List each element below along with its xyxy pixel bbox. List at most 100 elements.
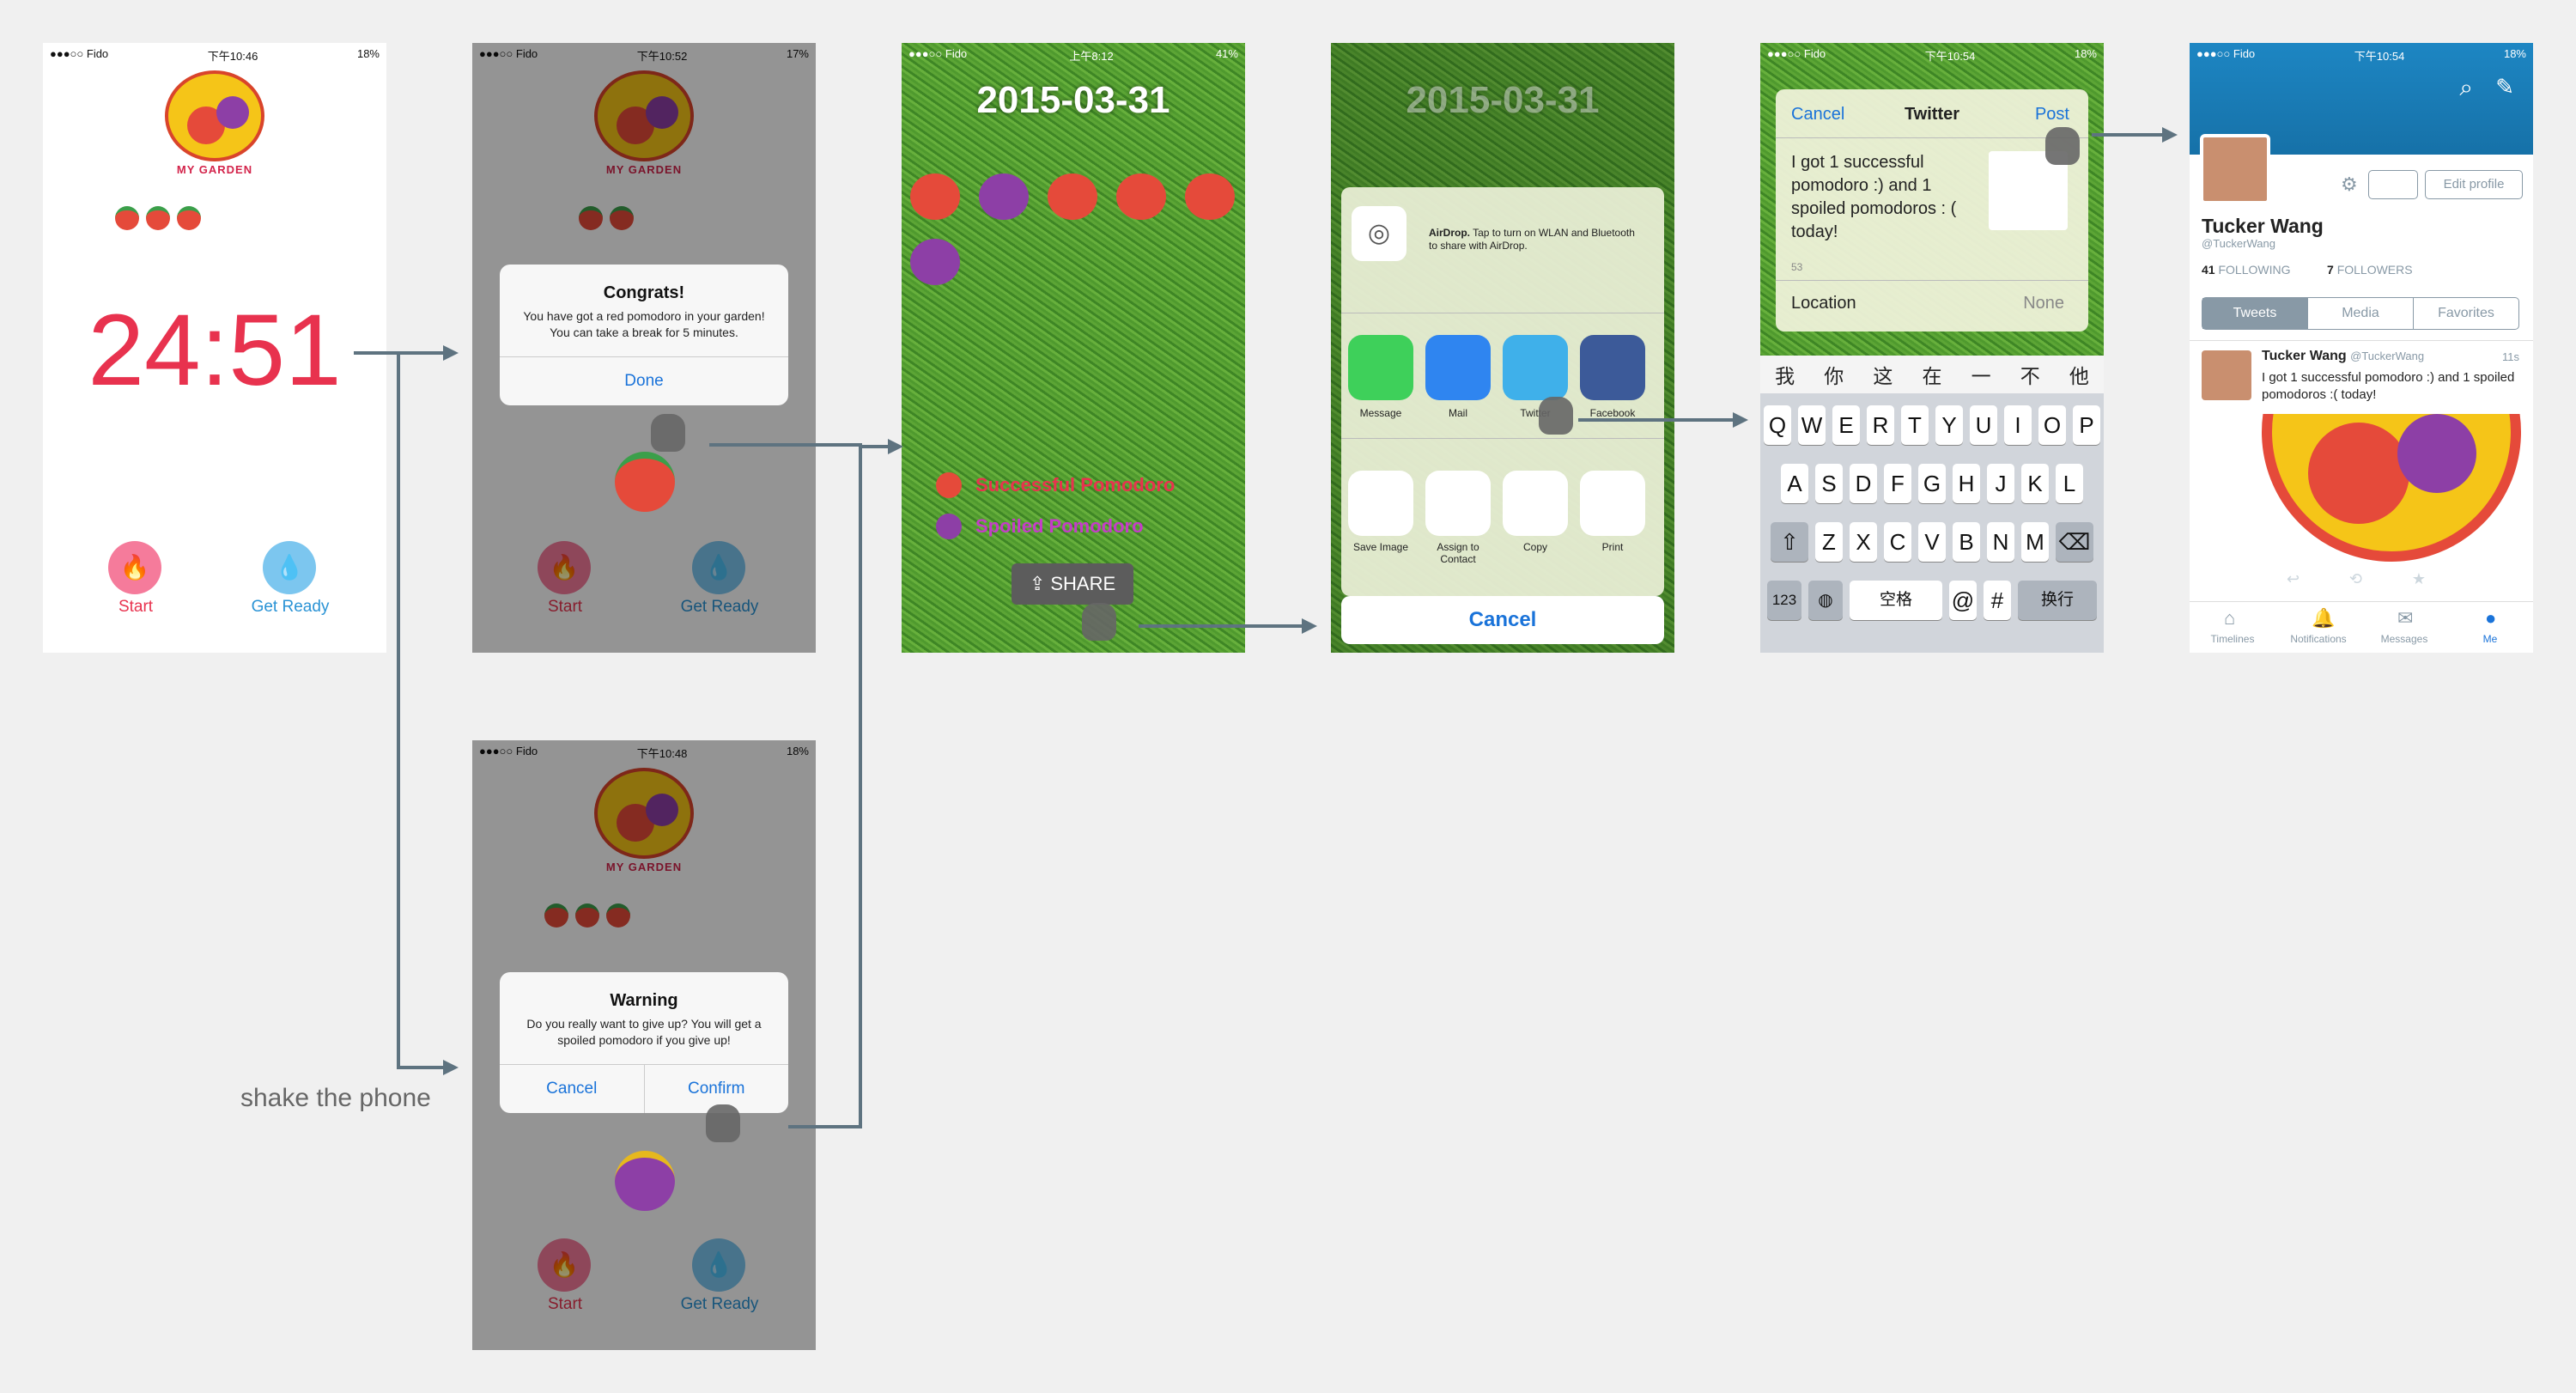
cancel-button[interactable]: Cancel bbox=[500, 1065, 644, 1113]
hash-key[interactable]: # bbox=[1984, 581, 2011, 620]
people-button[interactable] bbox=[2368, 170, 2418, 199]
key[interactable]: I bbox=[2004, 405, 2032, 445]
settings-icon[interactable]: ⚙ bbox=[2341, 173, 2358, 196]
copy-icon[interactable] bbox=[1503, 471, 1568, 536]
nav-label: Timelines bbox=[2210, 633, 2255, 645]
globe-key[interactable]: ◍ bbox=[1808, 581, 1843, 620]
tweet-text[interactable]: I got 1 successful pomodoro :) and 1 spo… bbox=[1791, 151, 1975, 244]
contact-icon[interactable] bbox=[1425, 471, 1491, 536]
flow-arrow bbox=[1578, 418, 1735, 422]
tab-tweets[interactable]: Tweets bbox=[2202, 298, 2307, 329]
key[interactable]: N bbox=[1987, 522, 2014, 562]
key[interactable]: M bbox=[2021, 522, 2049, 562]
message-app-icon[interactable] bbox=[1348, 335, 1413, 400]
post-button[interactable]: Post bbox=[2035, 105, 2069, 125]
key[interactable]: Y bbox=[1935, 405, 1963, 445]
person-icon: ● bbox=[2485, 607, 2497, 629]
key[interactable]: Z bbox=[1815, 522, 1843, 562]
action-label: Save Image bbox=[1352, 541, 1409, 553]
return-key[interactable]: 换行 bbox=[2018, 581, 2097, 620]
following-stat[interactable]: 41 FOLLOWING bbox=[2202, 263, 2290, 277]
key[interactable]: T bbox=[1901, 405, 1929, 445]
suggestion[interactable]: 不 bbox=[2020, 360, 2040, 389]
key[interactable]: H bbox=[1953, 464, 1980, 503]
tab-media[interactable]: Media bbox=[2307, 298, 2413, 329]
mail-app-icon[interactable] bbox=[1425, 335, 1491, 400]
tab-favorites[interactable]: Favorites bbox=[2413, 298, 2518, 329]
alert-message: Do you really want to give up? You will … bbox=[526, 1017, 762, 1047]
key[interactable]: R bbox=[1867, 405, 1894, 445]
location-value[interactable]: None bbox=[2023, 294, 2064, 313]
print-icon[interactable] bbox=[1580, 471, 1645, 536]
facebook-app-icon[interactable] bbox=[1580, 335, 1645, 400]
favorite-icon[interactable]: ★ bbox=[2412, 570, 2426, 588]
delete-key[interactable]: ⌫ bbox=[2056, 522, 2093, 562]
compose-card: Cancel Twitter Post I got 1 successful p… bbox=[1776, 89, 2088, 332]
key[interactable]: A bbox=[1781, 464, 1808, 503]
share-icon: ⇪ bbox=[1029, 573, 1051, 594]
reply-icon[interactable]: ↩ bbox=[2287, 570, 2300, 588]
key[interactable]: L bbox=[2056, 464, 2083, 503]
save-image-icon[interactable] bbox=[1348, 471, 1413, 536]
key[interactable]: S bbox=[1815, 464, 1843, 503]
pomodoro-count bbox=[115, 206, 201, 230]
flow-arrow bbox=[788, 1125, 862, 1128]
retweet-icon[interactable]: ⟲ bbox=[2349, 570, 2362, 588]
key[interactable]: D bbox=[1850, 464, 1877, 503]
compose-icon[interactable]: ✎ bbox=[2495, 74, 2514, 100]
successful-pomodoro-icon bbox=[910, 173, 960, 220]
key[interactable]: V bbox=[1918, 522, 1946, 562]
flow-arrow bbox=[1139, 624, 1303, 628]
shift-key[interactable]: ⇧ bbox=[1771, 522, 1808, 562]
space-key[interactable]: 空格 bbox=[1850, 581, 1942, 620]
key[interactable]: P bbox=[2073, 405, 2100, 445]
share-button[interactable]: ⇪ SHARE bbox=[1012, 563, 1133, 605]
location-label[interactable]: Location bbox=[1791, 294, 1856, 313]
suggestion[interactable]: 一 bbox=[1971, 360, 1991, 389]
nav-messages[interactable]: ✉ Messages bbox=[2361, 602, 2447, 653]
warning-alert: Warning Do you really want to give up? Y… bbox=[500, 972, 788, 1113]
battery: 41% bbox=[1215, 47, 1238, 60]
cancel-button[interactable]: Cancel bbox=[1341, 596, 1664, 644]
twitter-app-icon[interactable] bbox=[1503, 335, 1568, 400]
key[interactable]: Q bbox=[1764, 405, 1791, 445]
suggestion[interactable]: 这 bbox=[1873, 360, 1893, 389]
key[interactable]: C bbox=[1884, 522, 1911, 562]
key[interactable]: U bbox=[1970, 405, 1997, 445]
suggestion[interactable]: 他 bbox=[2069, 360, 2089, 389]
suggestion[interactable]: 你 bbox=[1824, 360, 1844, 389]
key[interactable]: J bbox=[1987, 464, 2014, 503]
key[interactable]: O bbox=[2038, 405, 2066, 445]
followers-label: FOLLOWERS bbox=[2336, 263, 2413, 277]
at-key[interactable]: @ bbox=[1949, 581, 1977, 620]
nav-label: Me bbox=[2482, 633, 2498, 645]
key[interactable]: B bbox=[1953, 522, 1980, 562]
start-button[interactable]: 🔥 bbox=[108, 541, 161, 594]
key[interactable]: K bbox=[2021, 464, 2049, 503]
nav-notifications[interactable]: 🔔 Notifications bbox=[2275, 602, 2361, 653]
numbers-key[interactable]: 123 bbox=[1767, 581, 1801, 620]
nav-me[interactable]: ● Me bbox=[2447, 602, 2533, 653]
nav-timelines[interactable]: ⌂ Timelines bbox=[2190, 602, 2275, 653]
followers-count: 7 bbox=[2327, 263, 2334, 277]
key[interactable]: X bbox=[1850, 522, 1877, 562]
key[interactable]: G bbox=[1918, 464, 1946, 503]
get-ready-label: Get Ready bbox=[251, 598, 330, 616]
app-label: Mail bbox=[1448, 407, 1467, 419]
legend-spoiled: Spoiled Pomodoro bbox=[936, 514, 1144, 539]
flow-arrowhead bbox=[2162, 127, 2178, 143]
followers-stat[interactable]: 7 FOLLOWERS bbox=[2327, 263, 2413, 277]
key[interactable]: E bbox=[1832, 405, 1860, 445]
done-button[interactable]: Done bbox=[500, 357, 788, 405]
suggestion[interactable]: 我 bbox=[1775, 360, 1795, 389]
key[interactable]: W bbox=[1798, 405, 1826, 445]
tweet-handle: @TuckerWang bbox=[2350, 350, 2425, 362]
garden-date: 2015-03-31 bbox=[976, 79, 1170, 121]
action-label: Copy bbox=[1522, 541, 1547, 553]
edit-profile-button[interactable]: Edit profile bbox=[2425, 170, 2523, 199]
suggestion[interactable]: 在 bbox=[1922, 360, 1941, 389]
legend-label: Spoiled Pomodoro bbox=[975, 515, 1144, 537]
key[interactable]: F bbox=[1884, 464, 1911, 503]
search-icon[interactable]: ⌕ bbox=[2459, 74, 2473, 102]
get-ready-button[interactable]: 💧 bbox=[263, 541, 316, 594]
